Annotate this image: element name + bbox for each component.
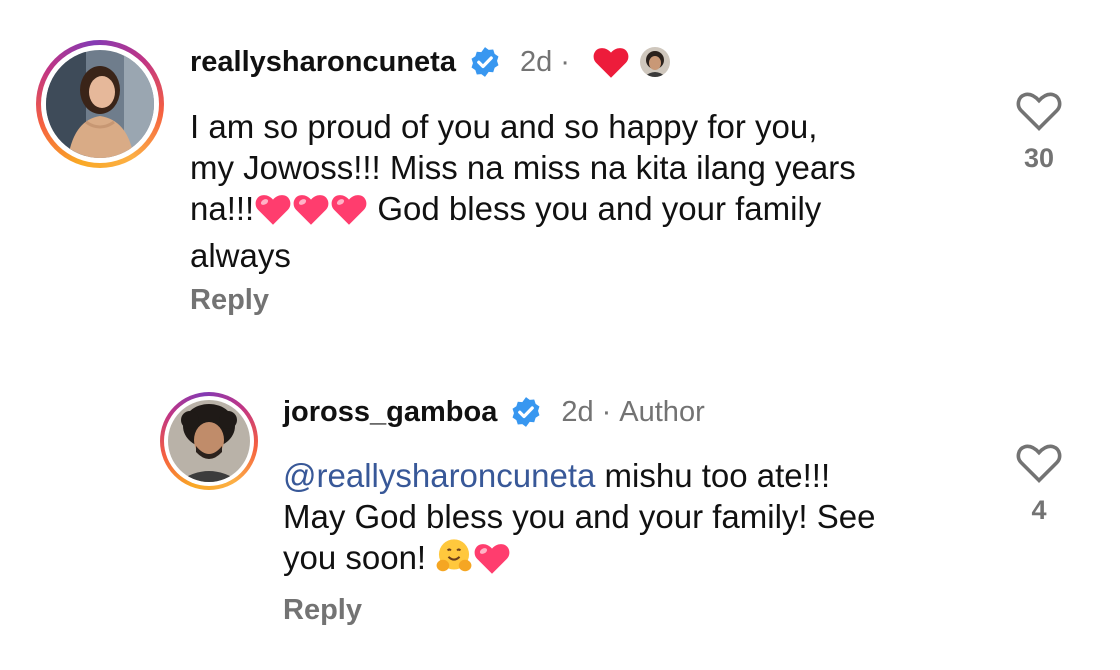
comment-header: joross_gamboa 2d · Author — [283, 394, 705, 430]
reply-button[interactable]: Reply — [283, 594, 362, 627]
username[interactable]: joross_gamboa — [283, 394, 497, 430]
heart-emoji-icon — [292, 192, 330, 235]
comment-text: @reallysharoncuneta mishu too ate!!! May… — [283, 455, 875, 584]
comment-line-with-emoji: na!!! God bless you and your family — [190, 188, 856, 235]
like-count: 4 — [1031, 495, 1047, 525]
comment-line: always — [190, 237, 291, 274]
author-label: Author — [619, 396, 705, 428]
separator-dot: · — [560, 46, 570, 78]
comment-line: May God bless you and your family! See — [283, 498, 876, 535]
creator-avatar — [639, 47, 670, 77]
avatar[interactable] — [168, 400, 250, 482]
comment-line-with-emoji: you soon! — [283, 537, 875, 584]
username[interactable]: reallysharoncuneta — [190, 44, 456, 80]
verified-badge-icon — [468, 45, 502, 79]
like-control: 30 — [1004, 88, 1074, 174]
comment-line-with-mention: @reallysharoncuneta mishu too ate!!! — [283, 455, 875, 496]
comment-line: my Jowoss!!! Miss na miss na kita ilang … — [190, 149, 856, 186]
timestamp: 2d — [519, 46, 553, 78]
heart-outline-icon[interactable] — [1015, 92, 1063, 136]
comment-reallysharoncuneta: reallysharoncuneta 2d · I am so proud of… — [0, 0, 1120, 340]
comment-text: I am so proud of you and so happy for yo… — [190, 106, 856, 276]
comment-line: you soon! — [283, 539, 427, 576]
avatar[interactable] — [46, 50, 154, 158]
creator-liked-heart-icon — [592, 45, 630, 79]
separator-dot: · — [601, 396, 612, 428]
comment-line: God bless you and your family — [377, 190, 822, 227]
comment-header: reallysharoncuneta 2d · — [190, 44, 670, 80]
like-control: 4 — [1004, 440, 1074, 526]
heart-emoji-icon — [330, 192, 368, 235]
heart-outline-icon[interactable] — [1015, 444, 1063, 488]
comment-line: na!!! — [190, 190, 255, 227]
hug-emoji-icon — [435, 537, 473, 584]
timestamp: 2d — [561, 396, 594, 428]
comment-line: mishu too ate!!! — [604, 457, 831, 494]
like-count: 30 — [1023, 143, 1055, 173]
reply-button[interactable]: Reply — [190, 284, 269, 317]
mention-link[interactable]: @reallysharoncuneta — [283, 457, 595, 494]
comment-line: I am so proud of you and so happy for yo… — [190, 108, 818, 145]
heart-emoji-icon — [254, 192, 292, 235]
verified-badge-icon — [509, 395, 543, 429]
heart-emoji-icon — [473, 541, 511, 584]
